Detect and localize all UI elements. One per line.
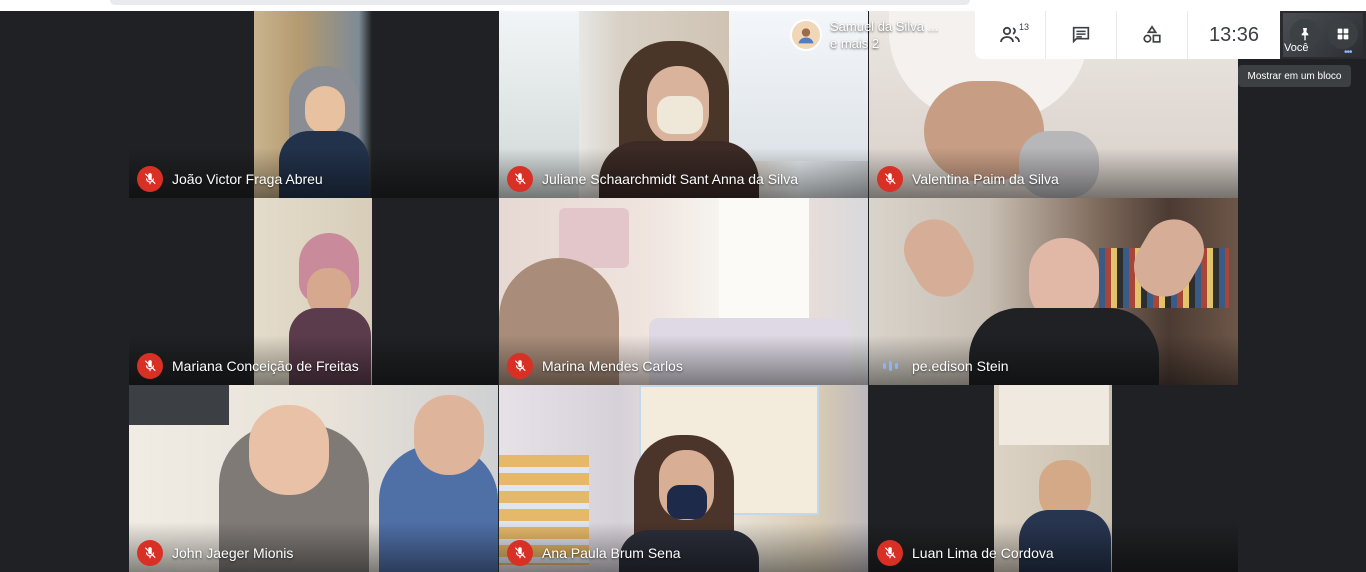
participant-name: Luan Lima de Cordova bbox=[912, 545, 1054, 561]
presenter-card[interactable]: Samuel da Silva ... e mais 2 bbox=[784, 11, 974, 59]
participants-count: 13 bbox=[1019, 22, 1030, 32]
pin-icon bbox=[1301, 28, 1309, 41]
chat-button[interactable] bbox=[1046, 11, 1117, 59]
self-view-label: Você bbox=[1284, 42, 1309, 54]
tile-nameplate: John Jaeger Mionis bbox=[137, 540, 293, 566]
participant-tile[interactable]: pe.edison Stein bbox=[869, 198, 1238, 385]
clock-time: 13:36 bbox=[1208, 23, 1260, 46]
participant-name: Ana Paula Brum Sena bbox=[542, 545, 681, 561]
mic-off-icon bbox=[507, 166, 533, 192]
speaking-indicator-icon bbox=[877, 353, 903, 379]
participant-tile[interactable]: João Victor Fraga Abreu bbox=[129, 11, 498, 198]
tile-nameplate: João Victor Fraga Abreu bbox=[137, 166, 323, 192]
presenter-text: Samuel da Silva ... e mais 2 bbox=[830, 18, 938, 52]
browser-top-strip bbox=[0, 0, 1366, 11]
layout-button[interactable] bbox=[1328, 19, 1358, 49]
participant-tile[interactable]: John Jaeger Mionis bbox=[129, 385, 498, 572]
chat-icon bbox=[1072, 26, 1090, 44]
shapes-icon bbox=[1143, 25, 1161, 43]
participant-name: Marina Mendes Carlos bbox=[542, 358, 683, 374]
participant-name: Juliane Schaarchmidt Sant Anna da Silva bbox=[542, 171, 799, 187]
tile-nameplate: Ana Paula Brum Sena bbox=[507, 540, 681, 566]
tile-nameplate: Juliane Schaarchmidt Sant Anna da Silva bbox=[507, 166, 798, 192]
participant-name: Valentina Paim da Silva bbox=[912, 171, 1059, 187]
top-edge-shadow bbox=[110, 0, 970, 5]
activities-button[interactable] bbox=[1117, 11, 1188, 59]
participant-name: John Jaeger Mionis bbox=[172, 545, 294, 561]
mic-off-icon bbox=[137, 166, 163, 192]
participant-tile[interactable]: Luan Lima de Cordova bbox=[869, 385, 1238, 572]
person-avatar-icon bbox=[790, 19, 822, 51]
mic-off-icon bbox=[507, 353, 533, 379]
participant-name: Mariana Conceição de Freitas bbox=[172, 358, 359, 374]
presenter-more: e mais 2 bbox=[830, 36, 880, 51]
participant-name: João Victor Fraga Abreu bbox=[172, 171, 323, 187]
mic-off-icon bbox=[877, 166, 903, 192]
tile-nameplate: Valentina Paim da Silva bbox=[877, 166, 1059, 192]
layout-tooltip: Mostrar em um bloco bbox=[1238, 65, 1351, 87]
tile-nameplate: Mariana Conceição de Freitas bbox=[137, 353, 359, 379]
more-dots-icon: ••• bbox=[1344, 47, 1352, 58]
participant-tile[interactable]: Ana Paula Brum Sena bbox=[499, 385, 868, 572]
mic-off-icon bbox=[137, 540, 163, 566]
participant-tile[interactable]: Mariana Conceição de Freitas bbox=[129, 198, 498, 385]
self-view-tile[interactable]: Você ••• bbox=[1280, 11, 1366, 59]
mic-off-icon bbox=[137, 353, 163, 379]
tile-nameplate: Luan Lima de Cordova bbox=[877, 540, 1054, 566]
tile-nameplate: pe.edison Stein bbox=[877, 353, 1009, 379]
mic-off-icon bbox=[877, 540, 903, 566]
mic-off-icon bbox=[507, 540, 533, 566]
participant-tile[interactable]: Marina Mendes Carlos bbox=[499, 198, 868, 385]
participant-name: pe.edison Stein bbox=[912, 358, 1009, 374]
tile-nameplate: Marina Mendes Carlos bbox=[507, 353, 683, 379]
presenter-name: Samuel da Silva ... bbox=[830, 19, 939, 34]
meeting-top-bar: Samuel da Silva ... e mais 2 13 13:36 bbox=[784, 11, 1280, 59]
grid-layout-icon bbox=[1337, 28, 1349, 40]
meeting-controls: 13 13:36 bbox=[975, 11, 1280, 59]
participant-grid: João Victor Fraga Abreu Juliane Schaarch… bbox=[129, 11, 1238, 572]
participants-button[interactable]: 13 bbox=[975, 11, 1046, 59]
